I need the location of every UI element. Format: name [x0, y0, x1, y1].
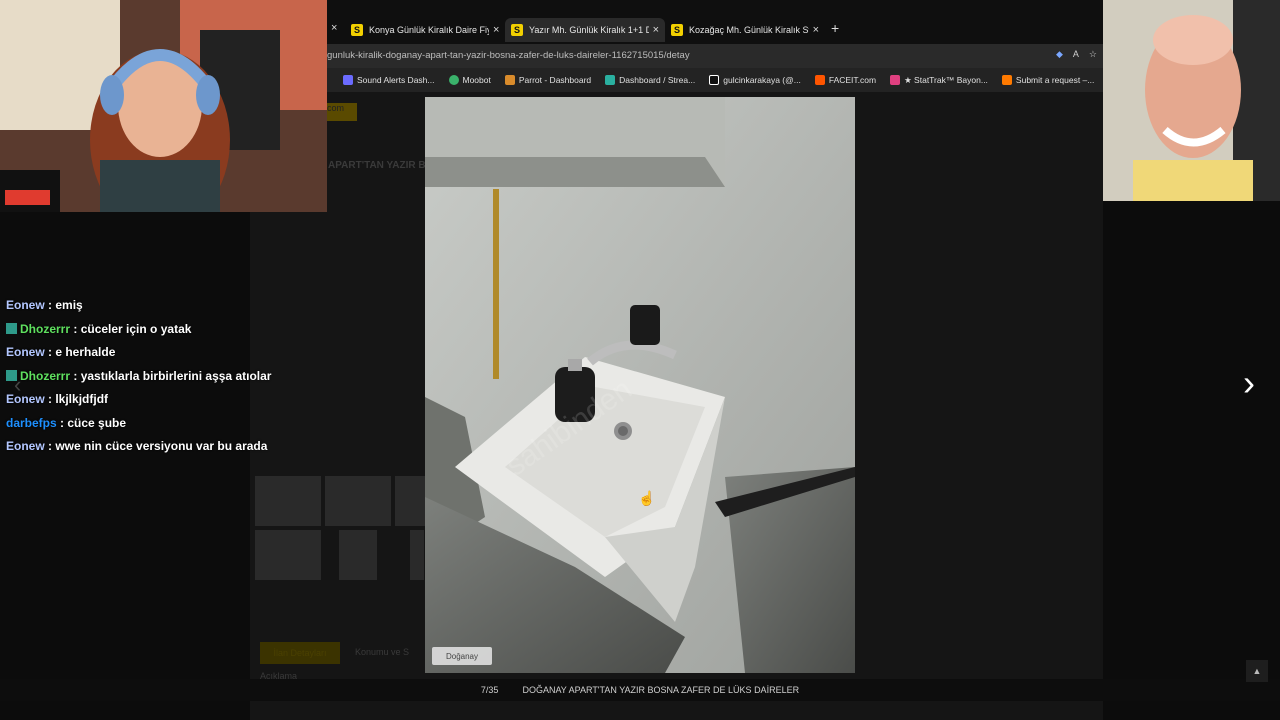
thumbnail[interactable]	[255, 530, 321, 580]
chat-message: Eonew : lkjlkjdfjdf	[6, 392, 109, 406]
bookmark-icon	[814, 75, 825, 85]
chat-text: cüce şube	[67, 415, 127, 430]
chat-message: Eonew : emiş	[6, 298, 83, 312]
bookmark-item[interactable]: Moobot	[448, 75, 491, 85]
photo-counter: 7/35	[480, 685, 499, 695]
thumbnail[interactable]	[325, 476, 391, 526]
url-text[interactable]: gunluk-kiralik-doganay-apart-tan-yazir-b…	[327, 50, 690, 61]
read-aloud-icon[interactable]: A	[1073, 49, 1079, 60]
address-bar[interactable]: gunluk-kiralik-doganay-apart-tan-yazir-b…	[327, 44, 1103, 68]
chat-username: Eonew	[6, 392, 45, 406]
browser-tab-active[interactable]: S Yazır Mh. Günlük Kiralık 1+1 Daire ×	[505, 18, 665, 42]
gallery-main-photo[interactable]: sahibinden Doğanay	[425, 97, 855, 673]
bookmark-label: Sound Alerts Dash...	[357, 75, 435, 85]
chat-message: darbefps : cüce şube	[6, 415, 127, 430]
browser-tab-bar: × S Konya Günlük Kiralık Daire Fiyatları…	[327, 0, 1103, 44]
tag-icon[interactable]: ◆	[1056, 49, 1063, 60]
hand-cursor-icon: ☝	[638, 490, 656, 506]
bookmark-item[interactable]: Dashboard / Strea...	[605, 75, 695, 85]
tab-location[interactable]: Konumu ve S	[355, 647, 409, 657]
tab-listing-details[interactable]: İlan Detayları	[260, 642, 340, 664]
tab-title: Konya Günlük Kiralık Daire Fiyatları	[369, 25, 489, 35]
bookmark-icon	[605, 75, 616, 85]
bookmark-label: ★ StatTrak™ Bayon...	[904, 74, 988, 85]
bookmark-icon	[448, 75, 459, 85]
bookmark-label: FACEIT.com	[828, 75, 877, 85]
chat-text: emiş	[55, 298, 83, 312]
streamer-webcam	[0, 0, 327, 212]
browser-tab[interactable]: S Kozağaç Mh. Günlük Kiralık Stüdyo ×	[665, 18, 825, 42]
bookmark-label: gulcinkarakaya (@...	[723, 75, 801, 85]
thumbnail[interactable]	[410, 530, 424, 580]
bookmark-label: Moobot	[462, 75, 491, 85]
chat-username: darbefps	[6, 415, 57, 430]
bookmark-icon	[343, 75, 353, 85]
bookmark-item[interactable]: ★ StatTrak™ Bayon...	[890, 75, 988, 86]
photo-caption: DOĞANAY APART'TAN YAZIR BOSNA ZAFER DE L…	[522, 685, 800, 695]
chat-overlay: Eonew : emiş Dhozerrr : cüceler için o y…	[6, 294, 296, 459]
bookmark-item[interactable]: Submit a request –...	[1001, 75, 1095, 85]
bookmarks-bar: Sound Alerts Dash... Moobot Parrot - Das…	[327, 68, 1103, 92]
chat-username: Dhozerrr	[20, 368, 71, 383]
sink-photo-illustration: sahibinden	[425, 97, 855, 673]
chat-text: e herhalde	[55, 345, 116, 359]
guest-webcam	[1103, 0, 1280, 201]
chat-username: Eonew	[6, 345, 45, 359]
webcam-feed-illustration	[1103, 0, 1280, 201]
bookmark-label: Submit a request –...	[1015, 75, 1095, 85]
scroll-top-button[interactable]: ▲	[1246, 660, 1268, 682]
chat-text: cüceler için o yatak	[80, 321, 192, 336]
address-bar-icons: ◆ A ☆	[1056, 49, 1097, 60]
thumbnail[interactable]	[255, 476, 321, 526]
site-logo: com	[327, 103, 357, 121]
thumbnail[interactable]	[339, 530, 377, 580]
favicon-icon: S	[511, 24, 523, 36]
favicon-icon: S	[351, 24, 363, 36]
bookmark-item[interactable]: Sound Alerts Dash...	[343, 75, 435, 85]
stream-frame: com APART'TAN YAZIR B İlan Detayları Kon…	[0, 0, 1280, 720]
thumbnail[interactable]	[395, 476, 425, 526]
close-icon[interactable]: ×	[493, 24, 499, 36]
chat-message: Eonew : e herhalde	[6, 345, 116, 359]
bookmark-icon	[504, 75, 515, 85]
bookmark-icon	[890, 75, 901, 85]
chat-text: lkjlkjdfjdf	[55, 392, 109, 406]
bookmark-item[interactable]: gulcinkarakaya (@...	[709, 75, 801, 85]
browser-tab[interactable]: S Konya Günlük Kiralık Daire Fiyatları ×	[345, 18, 507, 42]
chat-message: Dhozerrr : cüceler için o yatak	[6, 318, 296, 342]
bookmark-icon	[709, 75, 720, 85]
close-icon[interactable]: ×	[813, 24, 819, 36]
favicon-icon: S	[671, 24, 683, 36]
chat-username: Eonew	[6, 298, 45, 312]
close-icon[interactable]: ×	[653, 24, 659, 36]
chat-text: wwe nin cüce versiyonu var bu arada	[55, 439, 268, 453]
listing-title-dimmed: APART'TAN YAZIR B	[328, 160, 426, 171]
webcam-feed-illustration	[0, 0, 327, 212]
bookmark-label: Parrot - Dashboard	[518, 75, 592, 85]
sub-badge-icon	[6, 369, 17, 381]
chat-username: Dhozerrr	[20, 321, 71, 336]
favorite-star-icon[interactable]: ☆	[1089, 49, 1097, 60]
new-tab-button[interactable]: +	[831, 20, 839, 36]
bookmark-item[interactable]: FACEIT.com	[814, 75, 877, 85]
chat-message: Eonew : wwe nin cüce versiyonu var bu ar…	[6, 439, 268, 453]
bookmark-item[interactable]: Parrot - Dashboard	[504, 75, 592, 85]
chat-message: Dhozerrr : yastıklarla birbirlerini aşşa…	[6, 365, 296, 389]
sub-badge-icon	[6, 322, 17, 334]
chat-text: yastıklarla birbirlerini aşşa atıolar	[80, 368, 272, 383]
close-icon[interactable]: ×	[331, 22, 337, 34]
chat-username: Eonew	[6, 439, 45, 453]
watermark-logo: Doğanay	[432, 647, 492, 665]
tab-title: Yazır Mh. Günlük Kiralık 1+1 Daire	[529, 25, 649, 35]
gallery-caption-bar: 7/35 DOĞANAY APART'TAN YAZIR BOSNA ZAFER…	[0, 679, 1280, 701]
bookmark-label: Dashboard / Strea...	[619, 75, 696, 85]
chevron-right-icon[interactable]: ›	[1243, 362, 1255, 404]
bookmark-icon	[1001, 75, 1012, 85]
tab-title: Kozağaç Mh. Günlük Kiralık Stüdyo	[689, 25, 809, 35]
